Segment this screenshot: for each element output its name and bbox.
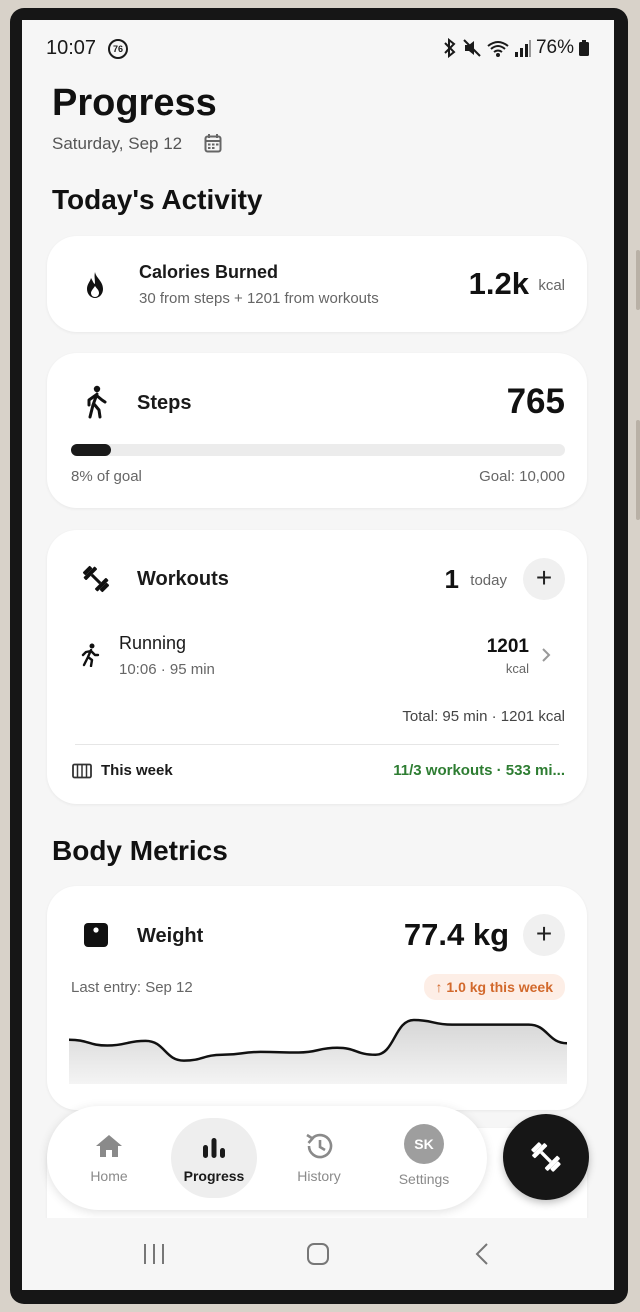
weight-trend-chart xyxy=(69,1018,567,1084)
workouts-count-label: today xyxy=(470,572,507,589)
nav-history-label: History xyxy=(297,1168,341,1184)
workouts-total: Total: 95 min · 1201 kcal xyxy=(402,708,565,725)
nav-home-label: Home xyxy=(90,1168,128,1184)
steps-progress-fill xyxy=(71,444,111,456)
current-date: Saturday, Sep 12 xyxy=(52,134,183,153)
chevron-right-icon xyxy=(542,648,551,662)
battery-icon xyxy=(579,40,589,56)
workouts-card: Workouts 1 today + Running 10:06 · 95 mi… xyxy=(47,530,587,804)
this-week-label: This week xyxy=(101,762,173,779)
workout-calories: 1201 xyxy=(486,636,529,657)
steps-progress-bar xyxy=(71,444,565,456)
calories-subtitle: 30 from steps + 1201 from workouts xyxy=(139,290,379,307)
dumbbell-icon xyxy=(531,1142,561,1172)
nav-home[interactable]: Home xyxy=(66,1106,152,1210)
calories-unit: kcal xyxy=(538,277,565,294)
nav-settings-label: Settings xyxy=(398,1171,450,1187)
recent-apps-icon[interactable] xyxy=(142,1242,166,1266)
calories-title: Calories Burned xyxy=(139,262,279,282)
nav-settings[interactable]: SK Settings xyxy=(381,1106,467,1210)
nav-progress-label: Progress xyxy=(183,1168,245,1184)
bottom-nav: Home Progress History SK Settings xyxy=(47,1106,487,1210)
status-icons: 76% xyxy=(442,37,590,59)
calories-value: 1.2k xyxy=(468,266,529,301)
dumbbell-icon xyxy=(82,565,110,593)
notification-badge: 76 xyxy=(108,39,128,59)
workouts-count: 1 xyxy=(444,564,459,594)
steps-title: Steps xyxy=(137,392,192,414)
section-title-activity: Today's Activity xyxy=(52,184,263,215)
home-icon xyxy=(96,1135,122,1157)
avatar: SK xyxy=(404,1124,444,1164)
nav-active-indicator xyxy=(171,1118,257,1198)
add-workout-button[interactable]: + xyxy=(523,558,565,600)
add-weight-button[interactable]: + xyxy=(523,914,565,956)
calendar-icon[interactable] xyxy=(204,133,222,153)
running-icon xyxy=(81,643,100,667)
phone-screen: 10:07 76 76% Progress Saturday, Sep 12 T… xyxy=(22,20,614,1290)
steps-value: 765 xyxy=(506,382,565,421)
bar-chart-icon xyxy=(203,1138,225,1158)
back-icon[interactable] xyxy=(474,1242,490,1266)
walking-icon xyxy=(87,385,107,419)
weight-value: 77.4 kg xyxy=(403,917,509,952)
power-button xyxy=(636,420,640,520)
weight-last-entry: Last entry: Sep 12 xyxy=(71,979,193,996)
system-nav-bar xyxy=(22,1218,614,1290)
history-icon xyxy=(306,1133,333,1159)
status-time: 10:07 xyxy=(46,37,97,59)
signal-icon xyxy=(514,40,531,57)
calendar-week-icon xyxy=(72,763,92,779)
device-frame: 10:07 76 76% Progress Saturday, Sep 12 T… xyxy=(0,0,640,1312)
battery-percent: 76% xyxy=(535,37,574,58)
steps-progress-label: 8% of goal xyxy=(71,468,142,485)
weight-trend-area xyxy=(69,1020,567,1084)
nav-progress[interactable]: Progress xyxy=(171,1106,257,1210)
weight-card[interactable]: Weight 77.4 kg + Last entry: Sep 12 ↑ 1.… xyxy=(47,886,587,1110)
nav-history[interactable]: History xyxy=(276,1106,362,1210)
steps-goal-label: Goal: 10,000 xyxy=(479,468,565,485)
flame-icon xyxy=(87,272,103,298)
wifi-icon xyxy=(487,41,509,57)
workout-details: 10:06 · 95 min xyxy=(119,661,215,678)
section-title-body-metrics: Body Metrics xyxy=(52,835,228,866)
workouts-title: Workouts xyxy=(137,568,229,590)
workout-calories-unit: kcal xyxy=(505,661,529,676)
mute-icon xyxy=(463,39,481,57)
page-title: Progress xyxy=(52,82,217,124)
volume-button xyxy=(636,250,640,310)
this-week-summary[interactable]: 11/3 workouts · 533 mi... xyxy=(393,762,565,779)
scale-icon xyxy=(84,923,108,947)
home-button-icon[interactable] xyxy=(306,1242,330,1266)
start-workout-button[interactable] xyxy=(503,1114,589,1200)
calories-card[interactable]: Calories Burned 30 from steps + 1201 fro… xyxy=(47,236,587,332)
status-bar: 10:07 76 76% xyxy=(22,20,614,76)
bluetooth-icon xyxy=(444,38,456,58)
steps-card[interactable]: Steps 765 8% of goal Goal: 10,000 xyxy=(47,353,587,508)
weight-change-badge: ↑ 1.0 kg this week xyxy=(423,974,565,1000)
divider xyxy=(75,744,559,745)
weight-title: Weight xyxy=(137,925,204,947)
workout-name: Running xyxy=(119,633,187,653)
